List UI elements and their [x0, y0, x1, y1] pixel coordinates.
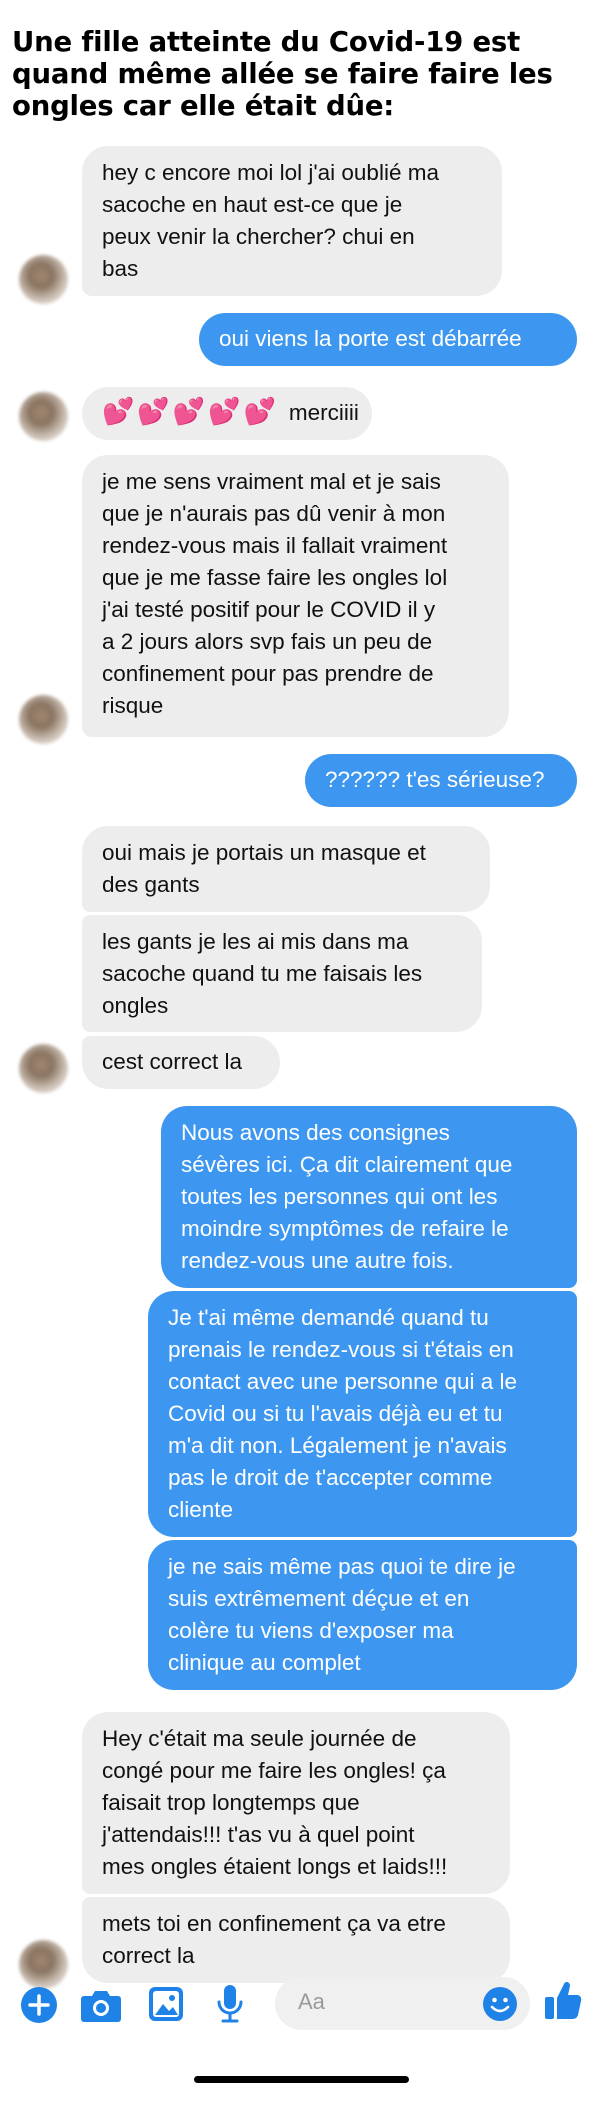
thumbs-up-icon[interactable]: [543, 1978, 583, 2022]
message-bubble-incoming: oui mais je portais un masque et des gan…: [82, 826, 490, 912]
message-text: merciiii: [288, 400, 359, 425]
hearts-emoji: 💕💕💕💕💕: [102, 396, 279, 426]
message-bubble-incoming: 💕💕💕💕💕 merciiii: [82, 387, 372, 440]
emoji-icon[interactable]: [482, 1986, 518, 2022]
message-bubble-incoming: cest correct la: [82, 1036, 280, 1089]
home-indicator: [194, 2076, 409, 2083]
message-bubble-outgoing: Je t'ai même demandé quand tu prenais le…: [148, 1291, 577, 1537]
message-bubble-outgoing: je ne sais même pas quoi te dire je suis…: [148, 1540, 577, 1690]
contact-avatar[interactable]: [19, 392, 68, 441]
message-bubble-incoming: Hey c'était ma seule journée de congé po…: [82, 1712, 510, 1894]
message-bubble-incoming: hey c encore moi lol j'ai oublié ma saco…: [82, 146, 502, 296]
message-bubble-outgoing: Nous avons des consignes sévères ici. Ça…: [161, 1106, 577, 1288]
gallery-icon[interactable]: [147, 1985, 185, 2023]
contact-avatar[interactable]: [19, 255, 68, 304]
camera-icon[interactable]: [80, 1987, 122, 2023]
contact-avatar[interactable]: [19, 1940, 68, 1989]
meme-headline: Une fille atteinte du Covid-19 est quand…: [12, 26, 553, 122]
plus-icon[interactable]: [20, 1986, 58, 2024]
message-bubble-outgoing: oui viens la porte est débarrée: [199, 313, 577, 366]
message-bubble-incoming: les gants je les ai mis dans ma sacoche …: [82, 915, 482, 1032]
contact-avatar[interactable]: [19, 695, 68, 744]
message-bubble-incoming: je me sens vraiment mal et je sais que j…: [82, 455, 509, 737]
message-bubble-outgoing: ?????? t'es sérieuse?: [305, 754, 577, 807]
message-bubble-incoming: mets toi en confinement ça va etre corre…: [82, 1897, 510, 1983]
microphone-icon[interactable]: [214, 1983, 246, 2025]
contact-avatar[interactable]: [19, 1044, 68, 1093]
message-input-placeholder: Aa: [298, 1989, 325, 2014]
